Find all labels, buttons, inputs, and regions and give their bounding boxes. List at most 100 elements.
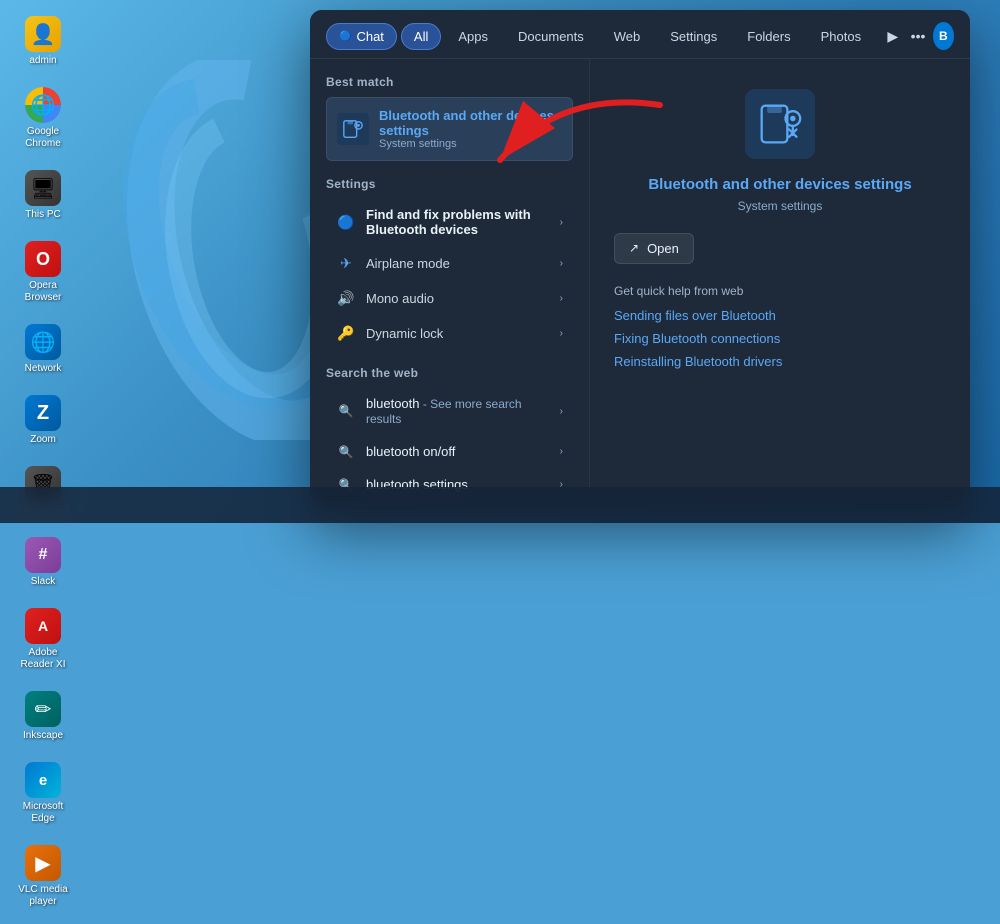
chevron-icon-1: › xyxy=(560,217,563,228)
detail-title-prefix: Bluetooth xyxy=(648,176,718,193)
best-match-item[interactable]: Bluetooth and other devices settings Sys… xyxy=(326,97,573,161)
icon-chrome-label: Google Chrome xyxy=(12,126,74,150)
icon-zoom-label: Zoom xyxy=(30,434,56,446)
tab-web[interactable]: Web xyxy=(601,23,654,50)
web-section-title: Search the web xyxy=(326,366,573,380)
item-label-dynamic-lock: Dynamic lock xyxy=(366,326,550,341)
slack-icon: # xyxy=(25,537,61,573)
bluetooth-icon: 🔵 xyxy=(336,214,356,231)
icon-vlc[interactable]: ▶ VLC media player xyxy=(8,839,78,914)
taskbar xyxy=(0,487,1000,523)
icon-inkscape-label: Inkscape xyxy=(23,730,63,742)
quick-help-title: Get quick help from web xyxy=(614,284,743,298)
more-button[interactable]: ••• xyxy=(907,22,928,50)
web-link-text-2: bluetooth on/off xyxy=(366,444,550,459)
bluetooth-settings-icon xyxy=(337,113,369,145)
chrome-icon: 🌐 xyxy=(25,87,61,123)
tab-folders[interactable]: Folders xyxy=(734,23,803,50)
icon-slack-label: Slack xyxy=(31,576,55,588)
icon-slack[interactable]: # Slack xyxy=(8,531,78,594)
tab-photos[interactable]: Photos xyxy=(808,23,874,50)
settings-item-dynamic-lock[interactable]: 🔑 Dynamic lock › xyxy=(326,317,573,350)
item-label-airplane: Airplane mode xyxy=(366,256,550,271)
nav-bar: 🔵 Chat All Apps Documents Web Settings F… xyxy=(310,10,970,59)
icon-this-pc[interactable]: 🖥 This PC xyxy=(8,164,78,227)
best-match-subtitle: System settings xyxy=(379,138,562,150)
detail-icon-area xyxy=(745,89,815,159)
settings-section-title: Settings xyxy=(326,177,573,191)
network-icon: 🌐 xyxy=(25,324,61,360)
open-icon: ↗ xyxy=(629,241,639,255)
icon-opera[interactable]: O Opera Browser xyxy=(8,235,78,310)
tab-folders-label: Folders xyxy=(747,29,790,44)
vlc-icon: ▶ xyxy=(25,845,61,881)
quick-help-link-1[interactable]: Sending files over Bluetooth xyxy=(614,308,776,323)
adobe-icon: A xyxy=(25,608,61,644)
open-label: Open xyxy=(647,241,679,256)
search-icon-2: 🔍 xyxy=(336,445,356,459)
best-match-title: Best match xyxy=(326,75,573,89)
bing-icon-small: 🔵 xyxy=(339,31,351,42)
tab-chat[interactable]: 🔵 Chat xyxy=(326,23,397,50)
quick-help-link-3[interactable]: Reinstalling Bluetooth drivers xyxy=(614,354,782,369)
icon-edge[interactable]: e Microsoft Edge xyxy=(8,756,78,831)
chevron-icon-2: › xyxy=(560,258,563,269)
web-query-1: bluetooth xyxy=(366,396,420,411)
item-label-mono: Mono audio xyxy=(366,291,550,306)
chevron-icon-3: › xyxy=(560,293,563,304)
detail-subtitle: System settings xyxy=(738,199,823,213)
icon-admin-label: admin xyxy=(29,55,56,67)
tab-settings[interactable]: Settings xyxy=(657,23,730,50)
inkscape-icon: ✏ xyxy=(25,691,61,727)
admin-icon: 👤 xyxy=(25,16,61,52)
tab-settings-label: Settings xyxy=(670,29,717,44)
tab-documents-label: Documents xyxy=(518,29,584,44)
tab-documents[interactable]: Documents xyxy=(505,23,597,50)
open-button[interactable]: ↗ Open xyxy=(614,233,694,264)
right-panel: Bluetooth and other devices settings Sys… xyxy=(590,59,970,510)
tab-photos-label: Photos xyxy=(821,29,861,44)
icon-edge-label: Microsoft Edge xyxy=(12,801,74,825)
web-item-bluetooth-onoff[interactable]: 🔍 bluetooth on/off › xyxy=(326,436,573,467)
icon-zoom[interactable]: Z Zoom xyxy=(8,389,78,452)
tab-all[interactable]: All xyxy=(401,23,441,50)
start-menu: 🔵 Chat All Apps Documents Web Settings F… xyxy=(310,10,970,510)
icon-chrome[interactable]: 🌐 Google Chrome xyxy=(8,81,78,156)
icon-inkscape[interactable]: ✏ Inkscape xyxy=(8,685,78,748)
zoom-icon: Z xyxy=(25,395,61,431)
play-button[interactable]: ▶ xyxy=(882,22,903,50)
search-icon-1: 🔍 xyxy=(336,404,356,418)
web-link-text-1: bluetooth - See more search results xyxy=(366,396,550,426)
quick-help-link-2[interactable]: Fixing Bluetooth connections xyxy=(614,331,780,346)
icon-adobe-label: Adobe Reader XI xyxy=(12,647,74,671)
icon-adobe[interactable]: A Adobe Reader XI xyxy=(8,602,78,677)
dynamic-lock-icon: 🔑 xyxy=(336,325,356,342)
tab-chat-label: Chat xyxy=(356,29,383,44)
edge-icon: e xyxy=(25,762,61,798)
settings-item-bluetooth-fix[interactable]: 🔵 Find and fix problems with Bluetooth d… xyxy=(326,199,573,245)
icon-admin[interactable]: 👤 admin xyxy=(8,10,78,73)
tab-apps-label: Apps xyxy=(458,29,488,44)
this-pc-icon: 🖥 xyxy=(25,170,61,206)
detail-title: Bluetooth and other devices settings xyxy=(648,175,911,195)
chevron-icon-5: › xyxy=(560,406,563,417)
mono-audio-icon: 🔊 xyxy=(336,290,356,307)
desktop-icons: 👤 admin 🌐 Google Chrome 🖥 This PC O Oper… xyxy=(0,0,86,924)
settings-item-airplane[interactable]: ✈ Airplane mode › xyxy=(326,247,573,280)
best-match-text: Bluetooth and other devices settings Sys… xyxy=(379,108,562,150)
tab-apps[interactable]: Apps xyxy=(445,23,501,50)
detail-bluetooth-icon xyxy=(745,89,815,159)
web-query-2: bluetooth on/off xyxy=(366,444,455,459)
tab-all-label: All xyxy=(414,29,428,44)
tab-web-label: Web xyxy=(614,29,641,44)
chevron-icon-6: › xyxy=(560,446,563,457)
bing-button[interactable]: B xyxy=(933,22,954,50)
icon-vlc-label: VLC media player xyxy=(12,884,74,908)
icon-network[interactable]: 🌐 Network xyxy=(8,318,78,381)
desktop: 👤 admin 🌐 Google Chrome 🖥 This PC O Oper… xyxy=(0,0,1000,523)
web-item-bluetooth[interactable]: 🔍 bluetooth - See more search results › xyxy=(326,388,573,434)
item-label-bluetooth-fix: Find and fix problems with Bluetooth dev… xyxy=(366,207,550,237)
web-search-list: 🔍 bluetooth - See more search results › … xyxy=(326,388,573,500)
content-area: Best match Bluetooth and other devices s… xyxy=(310,59,970,510)
settings-item-mono[interactable]: 🔊 Mono audio › xyxy=(326,282,573,315)
